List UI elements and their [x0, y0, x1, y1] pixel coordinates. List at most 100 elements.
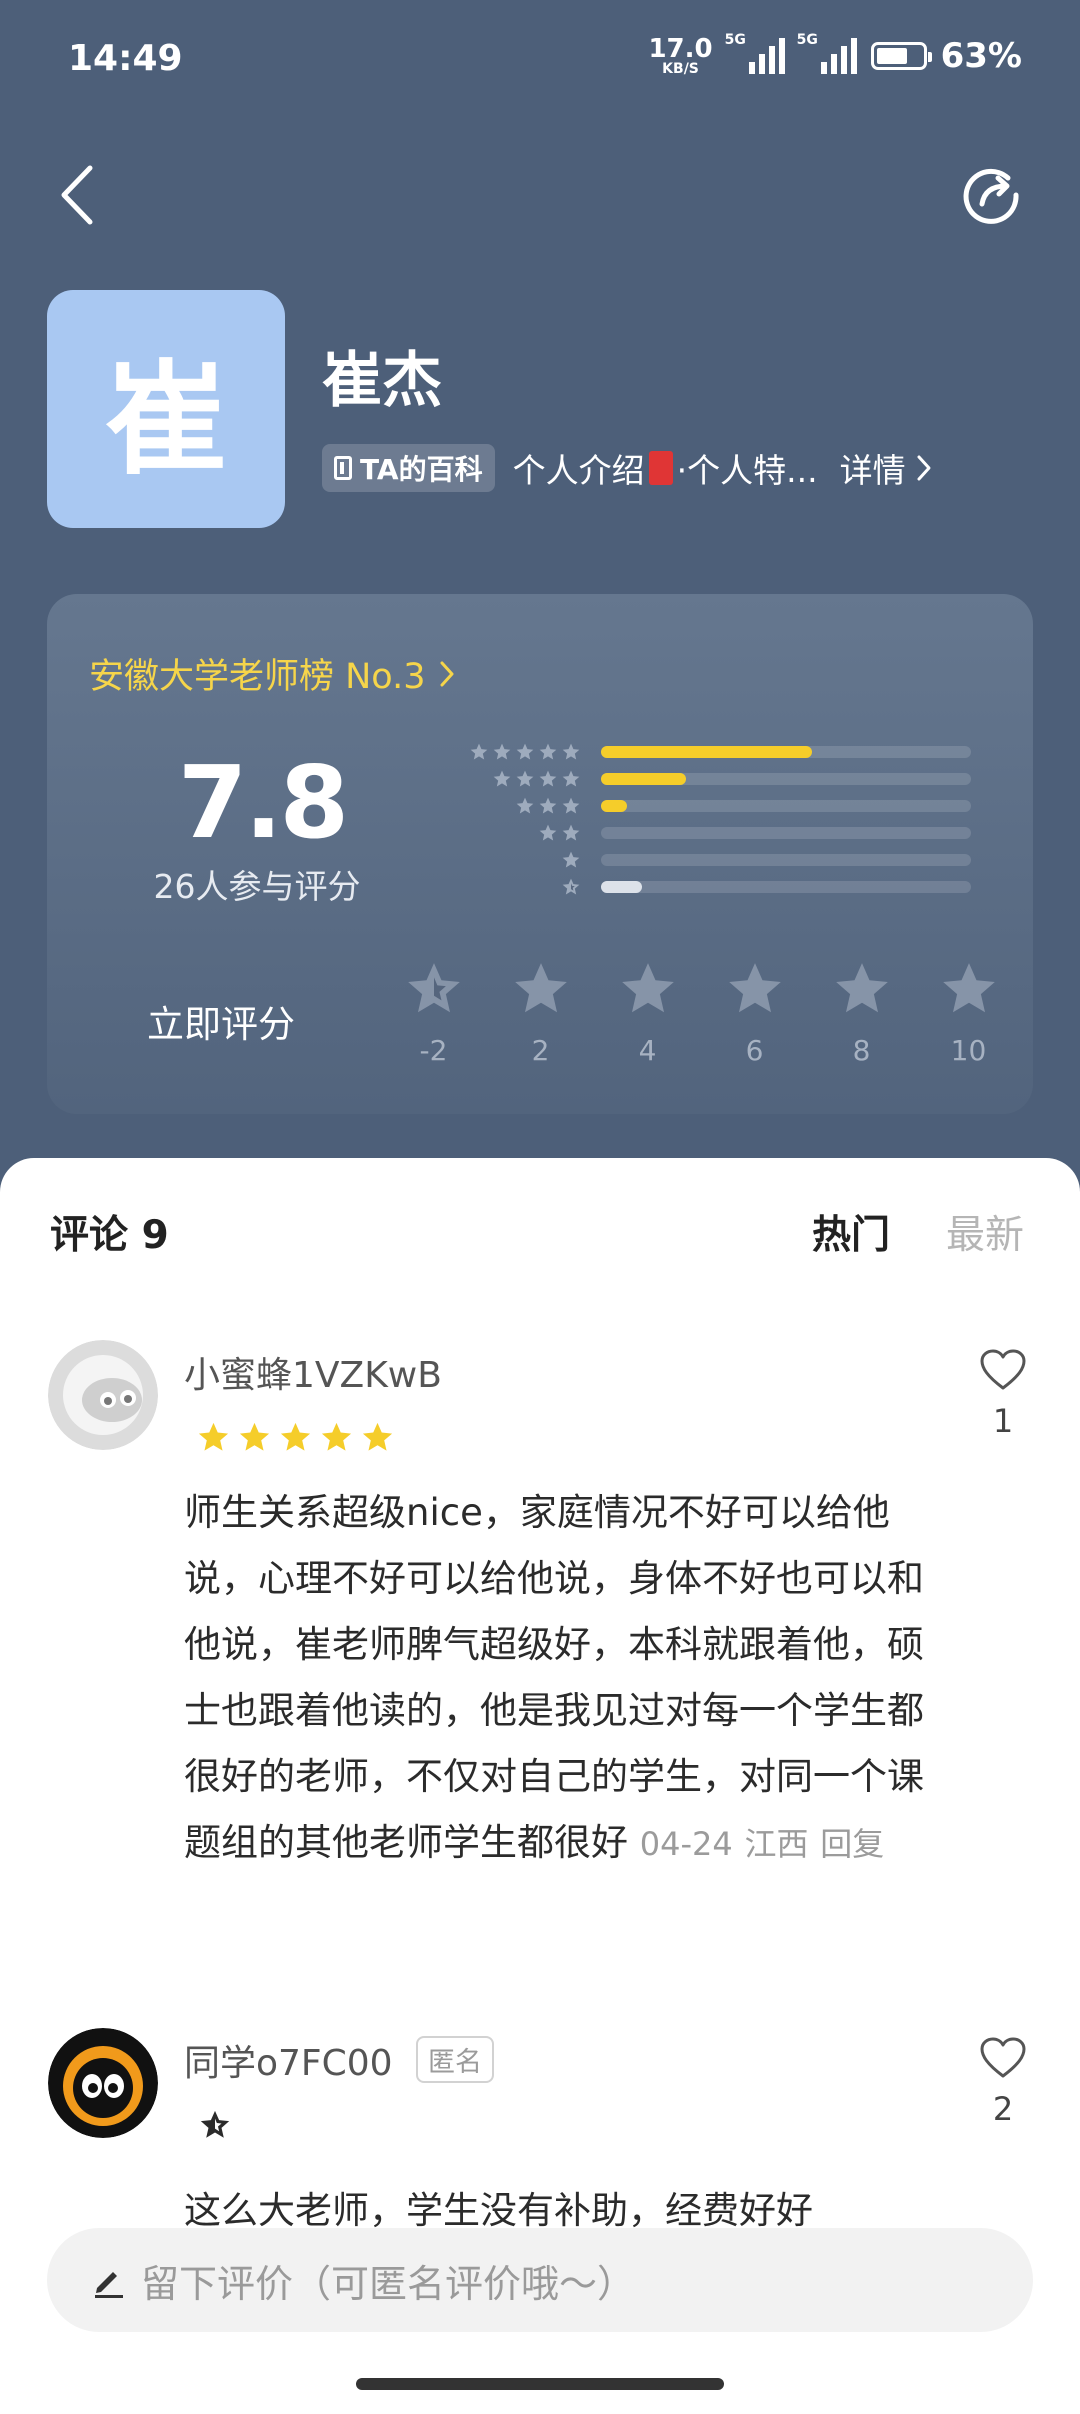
rate-now-label: 立即评分	[147, 1003, 295, 1046]
back-arrow-icon[interactable]	[50, 160, 110, 230]
star-icon	[621, 963, 674, 1013]
like-count: 2	[992, 2090, 1014, 2128]
star-icon	[562, 824, 580, 840]
distribution-stars	[457, 850, 581, 870]
star-icon	[562, 797, 580, 813]
distribution-stars	[457, 796, 581, 816]
distribution-stars	[457, 769, 581, 789]
rate-star-option[interactable]: 2	[487, 958, 594, 1067]
comment-username[interactable]: 同学o7FC00	[184, 2034, 393, 2086]
star-icon	[835, 963, 888, 1013]
comments-sheet: 评论 9 热门 最新 小蜜蜂1VZKwB 师生关系超级nice，家庭情况不好可以…	[0, 1158, 1080, 2414]
rate-star-value: 4	[638, 1034, 657, 1067]
star-icon	[514, 963, 567, 1013]
star-icon	[239, 1422, 270, 1451]
distribution-bar	[601, 772, 687, 785]
rate-star-option[interactable]: 8	[808, 958, 915, 1067]
detail-link[interactable]: 详情	[840, 444, 932, 492]
heart-icon	[980, 2037, 1026, 2078]
star-icon	[728, 963, 781, 1013]
tab-hot[interactable]: 热门	[812, 1204, 890, 1260]
half-star-icon	[562, 878, 580, 894]
reply-button[interactable]: 回复	[820, 1825, 884, 1863]
battery-icon	[870, 42, 932, 70]
star-icon	[470, 743, 488, 759]
distribution-track	[601, 799, 971, 812]
rank-link[interactable]: 安徽大学老师榜 No.3	[89, 648, 454, 699]
comment-date: 04-24	[639, 1825, 733, 1863]
teacher-name: 崔杰	[322, 346, 442, 416]
star-icon	[539, 797, 557, 813]
distribution-row	[457, 738, 971, 765]
home-indicator[interactable]	[356, 2378, 724, 2390]
share-icon[interactable]	[960, 164, 1022, 226]
rate-star-value: 10	[950, 1034, 987, 1067]
rate-star-value: 2	[531, 1034, 550, 1067]
heart-icon	[980, 1349, 1026, 1390]
star-icon	[562, 851, 580, 867]
comment-text: 师生关系超级nice，家庭情况不好可以给他说，心理不好可以给他说，身体不好也可以…	[184, 1491, 924, 1864]
like-button[interactable]: 2	[973, 2036, 1033, 2128]
distribution-track	[601, 826, 971, 839]
tab-new[interactable]: 最新	[946, 1204, 1024, 1260]
comments-title: 评论 9	[50, 1213, 169, 1258]
comment-username[interactable]: 小蜜蜂1VZKwB	[184, 1346, 442, 1398]
status-bar: 14:49 17.0 KB/S 5G 5G 63%	[0, 0, 1080, 120]
status-time: 14:49	[68, 38, 183, 79]
wiki-row[interactable]: TA的百科 个人介绍 ·个人特... 详情	[322, 444, 932, 492]
average-score: 7.8	[177, 744, 349, 861]
signal-icon: 5G	[725, 32, 785, 74]
star-icon	[539, 770, 557, 786]
wiki-badge[interactable]: TA的百科	[322, 444, 495, 492]
rating-count: 26人参与评分	[153, 867, 361, 906]
distribution-track	[601, 853, 971, 866]
red-book-icon	[648, 451, 673, 485]
star-icon	[362, 1422, 393, 1451]
rate-star-option[interactable]: -2	[380, 958, 487, 1067]
battery-percent: 63%	[940, 36, 1022, 76]
star-icon	[562, 743, 580, 759]
distribution-row	[457, 792, 971, 819]
comment-input-placeholder: 留下评价（可匿名评价哦～）	[141, 2261, 636, 2306]
rate-star-option[interactable]: 4	[594, 958, 701, 1067]
half-star-icon	[200, 2110, 230, 2138]
star-icon	[321, 1422, 352, 1451]
star-icon	[516, 797, 534, 813]
star-icon	[942, 963, 995, 1013]
rate-star-value: 6	[745, 1034, 764, 1067]
comment-input[interactable]: 留下评价（可匿名评价哦～）	[47, 2228, 1033, 2332]
rating-card: 安徽大学老师榜 No.3 7.8 26人参与评分 立即评分 -2 2 4 6 8 10	[47, 594, 1033, 1114]
distribution-track	[601, 880, 971, 893]
rate-star-value: -2	[419, 1034, 448, 1067]
distribution-row	[457, 873, 971, 900]
distribution-stars	[457, 742, 581, 762]
distribution-row	[457, 846, 971, 873]
user-avatar[interactable]	[48, 2028, 158, 2138]
rate-star-selector[interactable]: -2 2 4 6 8 10	[380, 958, 1022, 1067]
rate-star-option[interactable]: 10	[915, 958, 1022, 1067]
rate-star-option[interactable]: 6	[701, 958, 808, 1067]
star-icon	[562, 770, 580, 786]
comment-location: 江西	[744, 1825, 809, 1863]
chevron-right-icon	[917, 455, 931, 481]
distribution-stars	[457, 877, 581, 897]
distribution-row	[457, 765, 971, 792]
book-icon	[334, 456, 352, 480]
wiki-summary: 个人介绍 ·个人特...	[512, 451, 818, 490]
star-icon	[280, 1422, 311, 1451]
teacher-avatar: 崔	[47, 290, 285, 528]
star-icon	[516, 743, 534, 759]
distribution-track	[601, 745, 971, 758]
chevron-right-icon	[440, 661, 453, 686]
star-icon	[198, 1422, 229, 1451]
rating-distribution	[457, 738, 971, 900]
distribution-stars	[457, 823, 581, 843]
distribution-bar	[601, 880, 642, 893]
comment-stars	[196, 1420, 395, 1455]
user-avatar[interactable]	[48, 1340, 158, 1450]
signal-icon: 5G	[797, 32, 857, 74]
star-icon	[493, 770, 511, 786]
like-button[interactable]: 1	[973, 1348, 1033, 1440]
star-icon	[539, 743, 557, 759]
distribution-track	[601, 772, 971, 785]
